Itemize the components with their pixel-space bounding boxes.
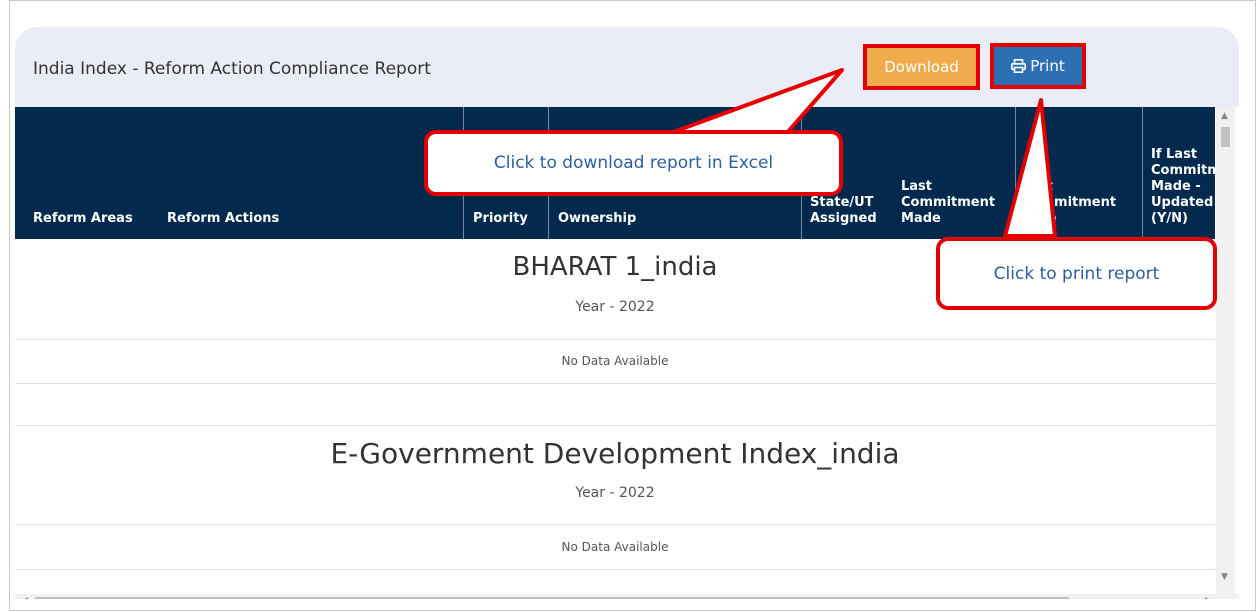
download-callout: Click to download report in Excel (424, 130, 843, 196)
page-title: India Index - Reform Action Compliance R… (33, 59, 431, 79)
print-button[interactable]: Print (990, 43, 1086, 89)
print-callout: Click to print report (936, 237, 1217, 310)
print-label: Print (1030, 57, 1065, 75)
column-divider (1142, 107, 1143, 239)
column-header[interactable]: If Last Commitment Made - Updated (Y/N) (1151, 147, 1215, 227)
group-year: Year - 2022 (575, 485, 655, 501)
scroll-left-icon[interactable]: ◀ (21, 596, 28, 599)
column-header[interactable]: Priority (473, 211, 543, 227)
scroll-right-icon[interactable]: ▶ (1205, 596, 1212, 599)
horizontal-scroll-thumb[interactable] (35, 597, 1069, 599)
column-header[interactable]: Last Commitment Date (1022, 179, 1137, 227)
column-header[interactable]: State/UT Assigned (810, 195, 892, 227)
download-button[interactable]: Download (863, 44, 980, 90)
no-data-message: No Data Available (561, 354, 669, 368)
report-card: India Index - Reform Action Compliance R… (15, 27, 1239, 599)
row-divider (15, 569, 1215, 570)
vertical-scrollbar[interactable] (1216, 107, 1235, 594)
row-divider (15, 425, 1215, 426)
scroll-up-icon[interactable]: ▲ (1221, 111, 1228, 121)
column-header[interactable]: Reform Areas (33, 211, 151, 227)
row-divider (15, 339, 1215, 340)
row-divider (15, 383, 1215, 384)
column-header[interactable]: Last Commitment Made (901, 179, 1011, 227)
column-divider (1015, 107, 1016, 239)
vertical-scroll-thumb[interactable] (1221, 127, 1230, 147)
column-header[interactable]: Ownership (558, 211, 798, 227)
group-title: E-Government Development Index_india (330, 437, 900, 470)
row-divider (15, 524, 1215, 525)
printer-icon (1011, 59, 1027, 73)
column-header[interactable]: Reform Actions (167, 211, 457, 227)
scroll-down-icon[interactable]: ▼ (1221, 572, 1228, 582)
no-data-message: No Data Available (561, 540, 669, 554)
